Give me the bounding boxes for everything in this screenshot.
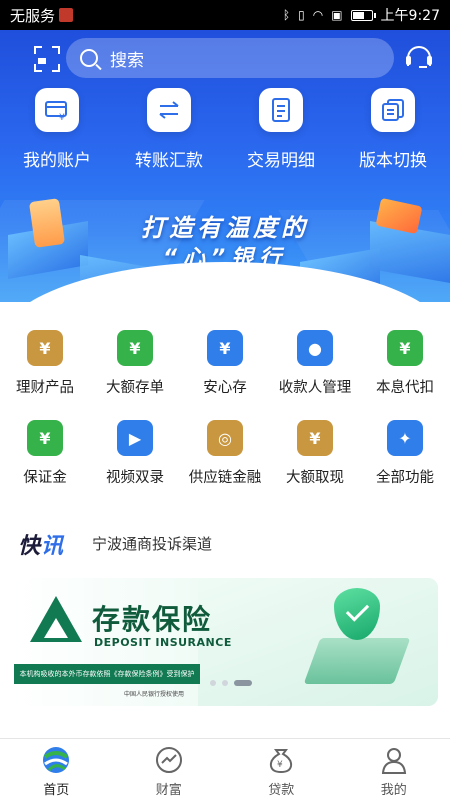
receipt-icon <box>259 88 303 132</box>
nav-label: 贷款 <box>268 783 295 798</box>
auto-debit-icon: ¥ <box>387 330 423 366</box>
feature-safe-deposit[interactable]: ¥ 安心存 <box>180 330 270 397</box>
notification-icon <box>59 8 74 22</box>
svg-text:¥: ¥ <box>277 760 283 770</box>
cash-withdraw-icon: ¥ <box>297 420 333 456</box>
safe-deposit-icon: ¥ <box>207 330 243 366</box>
supply-chain-icon: ◎ <box>207 420 243 456</box>
feature-label: 本息代扣 <box>376 380 434 396</box>
feature-label: 大额存单 <box>106 380 164 396</box>
feature-margin-deposit[interactable]: ¥ 保证金 <box>0 420 90 487</box>
vibrate-icon: ▯ <box>298 8 305 22</box>
deposit-insurance-logo-icon <box>30 596 82 644</box>
quick-action-switch-version[interactable]: 版本切换 <box>338 88 448 171</box>
home-icon <box>41 745 71 775</box>
all-functions-icon: ✦ <box>387 420 423 456</box>
feature-label: 视频双录 <box>106 470 164 486</box>
quick-action-label: 转账汇款 <box>135 151 203 171</box>
feature-label: 安心存 <box>203 380 247 396</box>
nav-label: 我的 <box>380 783 407 798</box>
feature-label: 收款人管理 <box>278 380 352 396</box>
battery-icon <box>350 9 376 21</box>
money-bag-icon: ¥ <box>27 330 63 366</box>
feature-video-record[interactable]: ▶ 视频双录 <box>90 420 180 487</box>
promo-footnote: 中国人民银行授权使用 <box>124 691 185 698</box>
feature-label: 保证金 <box>23 470 67 486</box>
nav-profile[interactable]: 我的 <box>338 739 450 800</box>
deposit-insurance-banner[interactable]: 存款保险 DEPOSIT INSURANCE 本机构吸收的本外币存款依照《存款保… <box>12 578 438 706</box>
scan-icon[interactable] <box>34 46 60 72</box>
news-item[interactable]: 宁波通商投诉渠道 <box>92 533 212 554</box>
feature-label: 理财产品 <box>16 380 74 396</box>
search-placeholder: 搜索 <box>110 50 144 71</box>
feature-cash-withdraw[interactable]: ¥ 大额取现 <box>270 420 360 487</box>
quick-action-label: 交易明细 <box>247 151 315 171</box>
quick-action-transactions[interactable]: 交易明细 <box>226 88 336 171</box>
customer-service-icon[interactable] <box>405 44 433 72</box>
feature-payee-contact[interactable]: ● 收款人管理 <box>270 330 360 397</box>
nav-label: 首页 <box>43 783 70 798</box>
feature-auto-debit[interactable]: ¥ 本息代扣 <box>360 330 450 397</box>
feature-label: 全部功能 <box>376 470 434 486</box>
promo-ribbon: 本机构吸收的本外币存款依照《存款保险条例》受到保护 <box>14 664 200 684</box>
carousel-indicator[interactable] <box>210 680 252 686</box>
feature-label: 大额取现 <box>286 470 344 486</box>
loan-icon: ¥ <box>266 745 296 775</box>
deposit-certificate-icon: ¥ <box>117 330 153 366</box>
quick-action-label: 我的账户 <box>23 151 91 171</box>
margin-deposit-icon: ¥ <box>27 420 63 456</box>
account-card-icon: ¥ <box>35 88 79 132</box>
svg-text:¥: ¥ <box>59 113 65 121</box>
platform-illustration <box>303 638 411 684</box>
quick-action-transfer[interactable]: 转账汇款 <box>114 88 224 171</box>
payee-contact-icon: ● <box>297 330 333 366</box>
feature-all-functions[interactable]: ✦ 全部功能 <box>360 420 450 487</box>
feature-label: 供应链金融 <box>188 470 262 486</box>
bluetooth-icon: ᛒ <box>282 8 291 22</box>
nav-loan[interactable]: ¥ 贷款 <box>225 739 338 800</box>
nav-label: 财富 <box>155 783 182 798</box>
quick-action-my-account[interactable]: ¥ 我的账户 <box>2 88 112 171</box>
news-title-a: 快 <box>18 534 42 559</box>
carrier-text: 无服务 <box>10 6 56 25</box>
banner-slogan-line1: 打造有温度的 <box>141 214 309 242</box>
wealth-icon <box>154 745 184 775</box>
transfer-arrows-icon <box>147 88 191 132</box>
news-section-title: 快讯 <box>18 528 64 560</box>
search-input[interactable]: 搜索 <box>66 38 394 78</box>
status-bar: 无服务 ᛒ ▯ ◠ ▣ 上午9:27 <box>0 0 450 30</box>
wifi-icon: ◠ <box>312 8 324 22</box>
clock: 上午9:27 <box>380 8 440 24</box>
profile-icon <box>379 745 409 775</box>
sim-icon: ▣ <box>331 8 343 22</box>
promo-title-en: DEPOSIT INSURANCE <box>94 636 232 649</box>
quick-action-label: 版本切换 <box>359 151 427 171</box>
switch-version-icon <box>371 88 415 132</box>
bottom-navigation: 首页 财富 ¥ 贷款 我的 <box>0 738 450 800</box>
nav-wealth[interactable]: 财富 <box>113 739 226 800</box>
feature-money-bag[interactable]: ¥ 理财产品 <box>0 330 90 397</box>
search-icon <box>80 49 98 67</box>
nav-home[interactable]: 首页 <box>0 739 113 800</box>
feature-deposit-certificate[interactable]: ¥ 大额存单 <box>90 330 180 397</box>
feature-supply-chain[interactable]: ◎ 供应链金融 <box>180 420 270 487</box>
video-record-icon: ▶ <box>117 420 153 456</box>
news-title-b: 讯 <box>41 534 65 559</box>
home-header: 搜索 ¥ 我的账户 转账汇款 交易明细 版本切换 打造有温度的 “心”银行 <box>0 30 450 302</box>
promo-title-cn: 存款保险 <box>92 603 213 636</box>
